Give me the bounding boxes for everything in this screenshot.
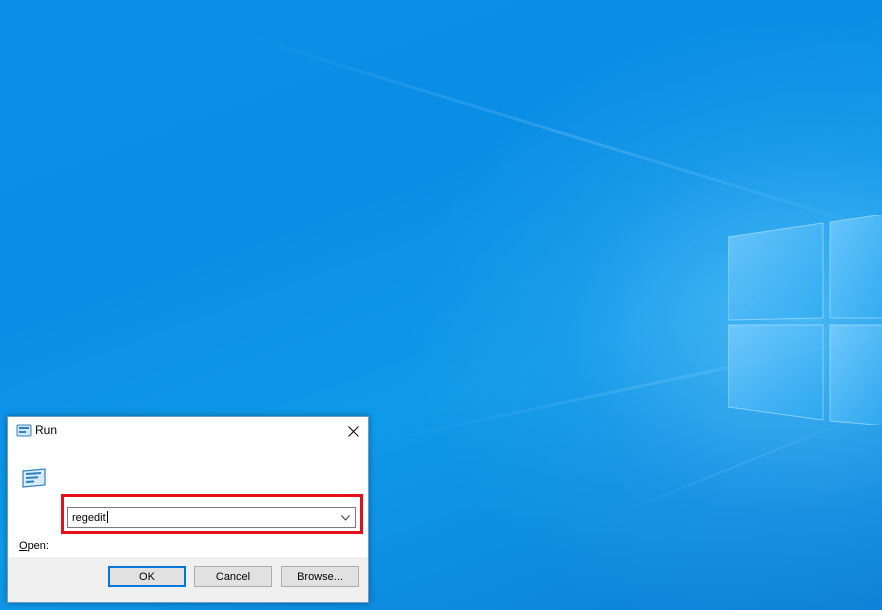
open-combobox[interactable]: regedit bbox=[67, 507, 356, 528]
dropdown-button[interactable] bbox=[337, 508, 353, 527]
open-input[interactable]: regedit bbox=[72, 511, 108, 524]
chevron-down-icon bbox=[340, 514, 350, 521]
dialog-footer: OK Cancel Browse... bbox=[8, 557, 368, 602]
cancel-button[interactable]: Cancel bbox=[194, 566, 272, 587]
desktop: Run Open: regedit OK Cancel Browse... bbox=[0, 0, 882, 610]
run-icon bbox=[16, 424, 32, 437]
run-icon bbox=[22, 468, 46, 488]
browse-button[interactable]: Browse... bbox=[281, 566, 359, 587]
close-icon bbox=[347, 425, 359, 437]
windows-logo bbox=[728, 215, 882, 425]
light-beam bbox=[229, 30, 882, 244]
close-button[interactable] bbox=[338, 417, 368, 445]
open-label: Open: bbox=[19, 540, 49, 552]
text-caret bbox=[106, 511, 108, 523]
title-bar[interactable]: Run bbox=[8, 417, 368, 445]
dialog-title: Run bbox=[35, 423, 58, 437]
ok-button[interactable]: OK bbox=[108, 566, 186, 587]
run-dialog: Run Open: regedit OK Cancel Browse... bbox=[7, 416, 369, 603]
